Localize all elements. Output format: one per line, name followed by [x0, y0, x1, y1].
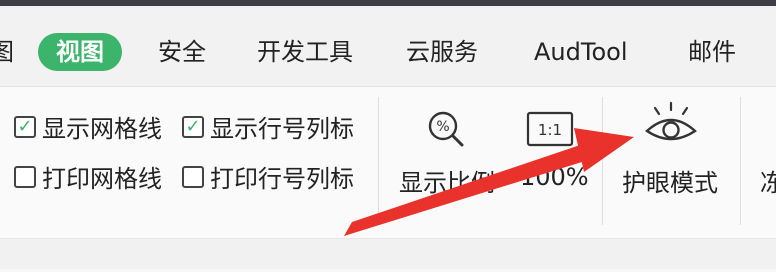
print-gridlines-label: 打印网格线: [42, 165, 162, 193]
zoom-ratio-label[interactable]: 显示比例: [399, 163, 495, 198]
svg-text:%: %: [436, 119, 449, 135]
print-headings-option[interactable]: 打印行号列标: [182, 159, 354, 194]
show-headings-checkbox[interactable]: ✓: [182, 115, 204, 138]
one-to-one-icon[interactable]: 1:1: [526, 111, 574, 151]
show-headings-option[interactable]: ✓ 显示行号列标: [182, 109, 354, 144]
tab-view[interactable]: 视图: [38, 33, 122, 71]
print-gridlines-option[interactable]: 打印网格线: [14, 159, 162, 194]
eye-mode-label[interactable]: 护眼模式: [622, 163, 718, 198]
ribbon-panel: ✓ 显示网格线 ✓ 显示行号列标 打印网格线 打印行号列标 % 显示比例 1:1…: [0, 86, 776, 239]
show-gridlines-label: 显示网格线: [42, 115, 162, 143]
show-headings-label: 显示行号列标: [210, 115, 354, 143]
tab-partial-left[interactable]: 图: [0, 34, 14, 70]
ribbon-bottom-strip: [0, 238, 776, 269]
ribbon-tab-bar: 图 视图 安全 开发工具 云服务 AudTool 邮件: [0, 6, 776, 86]
one-to-one-icon-text: 1:1: [538, 121, 562, 139]
tab-audtool[interactable]: AudTool: [534, 34, 627, 70]
print-headings-checkbox[interactable]: [182, 165, 204, 188]
print-headings-label: 打印行号列标: [210, 165, 354, 193]
tab-security[interactable]: 安全: [158, 34, 206, 70]
zoom-100-label[interactable]: 100%: [520, 163, 589, 191]
show-gridlines-checkbox[interactable]: ✓: [14, 115, 36, 138]
group-separator: [378, 97, 379, 225]
percent-magnifier-icon[interactable]: %: [426, 109, 466, 153]
tab-mail[interactable]: 邮件: [688, 34, 736, 70]
show-gridlines-option[interactable]: ✓ 显示网格线: [14, 109, 162, 144]
freeze-label-partial[interactable]: 冻: [760, 163, 776, 198]
tab-developer-tools[interactable]: 开发工具: [257, 34, 353, 70]
tab-cloud-services[interactable]: 云服务: [406, 34, 478, 70]
print-gridlines-checkbox[interactable]: [14, 165, 36, 188]
eye-icon[interactable]: [643, 101, 699, 151]
group-separator: [740, 97, 741, 225]
group-separator: [602, 97, 603, 225]
